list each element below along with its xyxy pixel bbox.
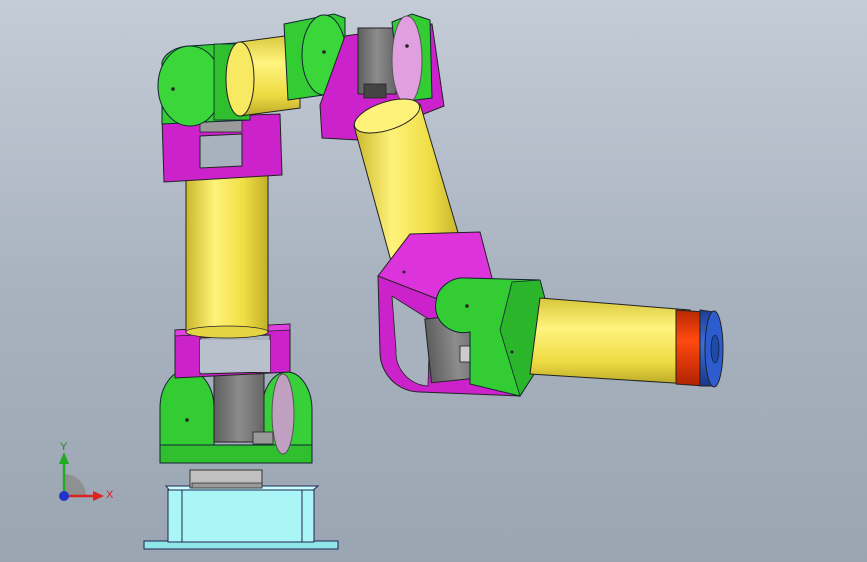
base-box-front — [167, 489, 315, 543]
y-axis-arrowhead — [59, 452, 69, 464]
coordinate-triad-icon: Y X — [59, 441, 114, 501]
y-axis-label: Y — [60, 441, 68, 453]
3d-viewport[interactable]: Y X — [0, 0, 867, 562]
base-assembly — [143, 469, 339, 550]
link-upper-arm — [185, 169, 269, 339]
robot-arm-model[interactable] — [0, 0, 867, 562]
z-axis-point — [59, 491, 69, 501]
x-axis-label: X — [106, 489, 114, 501]
x-axis-arrowhead — [93, 491, 104, 501]
base-servo — [213, 371, 265, 443]
wrist-assembly — [377, 231, 557, 397]
link-end-effector — [529, 297, 724, 388]
